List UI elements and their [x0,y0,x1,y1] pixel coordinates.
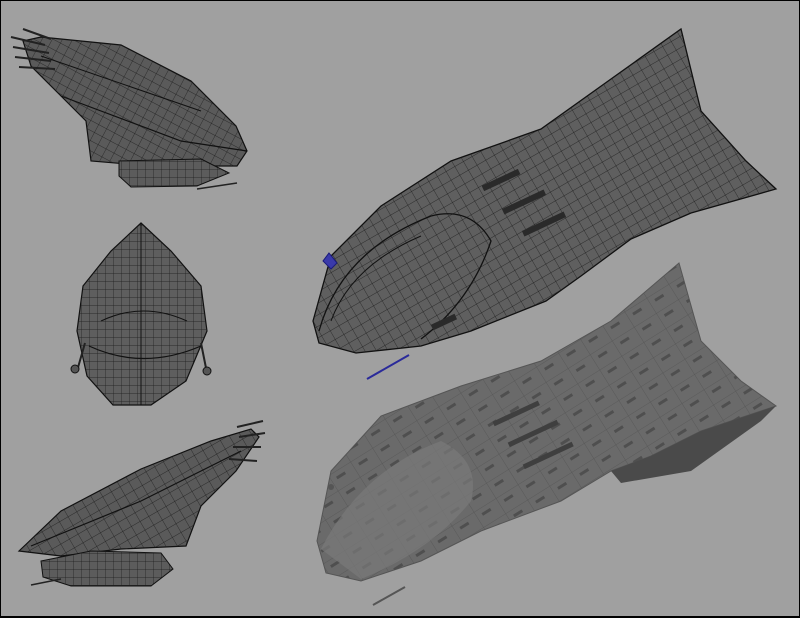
perspective-wireframe-view [312,27,778,380]
viewport-svg [10,27,778,606]
modeling-canvas [1,1,799,616]
side-view-top [10,28,248,190]
side-view-bottom [17,420,266,587]
front-view [70,222,212,406]
